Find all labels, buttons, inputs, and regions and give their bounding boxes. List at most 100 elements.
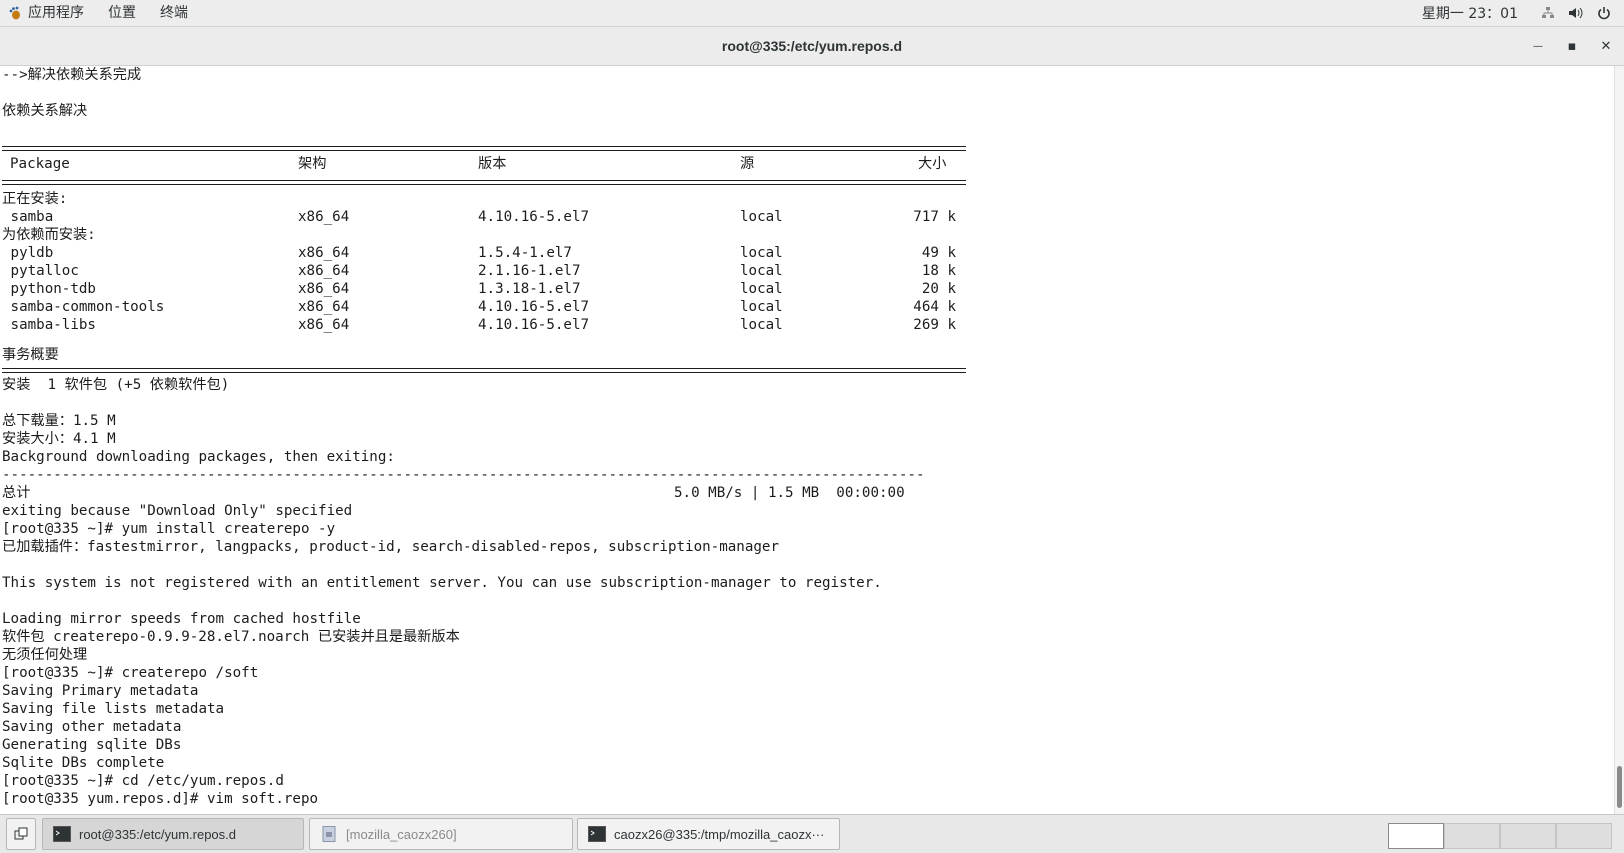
table-header-repo: 源: [740, 156, 755, 172]
package-repo: local: [740, 209, 783, 225]
show-desktop-icon: [14, 827, 28, 840]
terminal-icon: [588, 826, 606, 842]
terminal-line: 依赖关系解决: [2, 103, 88, 119]
maximize-button[interactable]: ▪: [1562, 36, 1582, 56]
terminal-line: Loading mirror speeds from cached hostfi…: [2, 611, 361, 627]
package-name: pytalloc: [2, 263, 79, 279]
terminal-line: Saving Primary metadata: [2, 683, 199, 699]
taskbar-item-terminal-2[interactable]: caozx26@335:/tmp/mozilla_caozx···: [577, 818, 840, 850]
minimize-button[interactable]: —: [1528, 36, 1548, 56]
terminal-line: 安装 1 软件包 (+5 依赖软件包): [2, 377, 230, 393]
package-size: 269 k: [913, 317, 956, 333]
package-version: 1.5.4-1.el7: [478, 245, 572, 261]
terminal-line: Generating sqlite DBs: [2, 737, 182, 753]
top-panel: 应用程序 位置 终端 星期一 23：01: [0, 0, 1624, 27]
taskbar-item-label: caozx26@335:/tmp/mozilla_caozx···: [614, 826, 825, 842]
package-version: 4.10.16-5.el7: [478, 317, 590, 333]
table-header-version: 版本: [478, 156, 507, 172]
terminal-menu[interactable]: 终端: [148, 0, 200, 26]
terminal-scrollbar[interactable]: [1614, 66, 1624, 814]
workspace-3[interactable]: [1500, 823, 1556, 849]
package-size: 49 k: [921, 245, 956, 261]
terminal-line: This system is not registered with an en…: [2, 575, 882, 591]
table-header-package: Package: [10, 156, 70, 172]
window-titlebar[interactable]: root@335:/etc/yum.repos.d — ▪ ✕: [0, 27, 1624, 66]
applications-label: 应用程序: [28, 5, 84, 21]
terminal-line: -->解决依赖关系完成: [2, 67, 142, 83]
package-arch: x86_64: [298, 245, 350, 261]
table-header-size: 大小: [918, 156, 947, 172]
package-name: pyldb: [2, 245, 54, 261]
package-name: samba: [2, 209, 54, 225]
taskbar-item-file-manager[interactable]: [mozilla_caozx260]: [309, 818, 573, 850]
package-repo: local: [740, 299, 783, 315]
package-arch: x86_64: [298, 299, 350, 315]
table-header-arch: 架构: [298, 156, 327, 172]
terminal-line: Saving file lists metadata: [2, 701, 225, 717]
terminal-line: [root@335 yum.repos.d]# vim soft.repo: [2, 791, 319, 807]
taskbar-item-label: [mozilla_caozx260]: [346, 826, 457, 842]
maximize-icon: ▪: [1567, 38, 1577, 54]
package-repo: local: [740, 281, 783, 297]
terminal-line: 无须任何处理: [2, 647, 88, 663]
terminal-line: 总计: [2, 485, 31, 501]
terminal-line: Saving other metadata: [2, 719, 182, 735]
terminal-line: Sqlite DBs complete: [2, 755, 165, 771]
table-divider: [2, 368, 966, 373]
package-repo: local: [740, 317, 783, 333]
package-version: 1.3.18-1.el7: [478, 281, 581, 297]
places-menu[interactable]: 位置: [96, 0, 148, 26]
terminal-line: [root@335 ~]# cd /etc/yum.repos.d: [2, 773, 284, 789]
package-size: 717 k: [913, 209, 956, 225]
terminal-line: exiting because "Download Only" specifie…: [2, 503, 353, 519]
terminal-line: Background downloading packages, then ex…: [2, 449, 395, 465]
network-icon[interactable]: [1540, 5, 1556, 21]
scrollbar-thumb[interactable]: [1617, 766, 1622, 808]
package-arch: x86_64: [298, 281, 350, 297]
package-name: samba-common-tools: [2, 299, 165, 315]
package-size: 20 k: [921, 281, 956, 297]
package-version: 2.1.16-1.el7: [478, 263, 581, 279]
workspace-1[interactable]: [1388, 823, 1444, 849]
taskbar-item-label: root@335:/etc/yum.repos.d: [79, 826, 236, 842]
terminal-icon: [53, 826, 71, 842]
table-divider: [2, 146, 966, 151]
terminal-line: 安装大小：4.1 M: [2, 431, 116, 447]
close-icon: ✕: [1600, 38, 1612, 54]
terminal-line: 事务概要: [2, 347, 59, 363]
terminal-line: 为依赖而安装:: [2, 227, 96, 243]
package-version: 4.10.16-5.el7: [478, 299, 590, 315]
volume-icon[interactable]: [1568, 5, 1584, 21]
terminal-line: ----------------------------------------…: [2, 467, 925, 483]
clock[interactable]: 星期一 23：01: [1422, 3, 1518, 23]
terminal-line: 正在安装:: [2, 191, 68, 207]
close-button[interactable]: ✕: [1596, 36, 1616, 56]
workspace-2[interactable]: [1444, 823, 1500, 849]
terminal-line: 总下载量：1.5 M: [2, 413, 116, 429]
file-manager-icon: [322, 826, 336, 842]
power-icon[interactable]: [1596, 5, 1612, 21]
package-repo: local: [740, 263, 783, 279]
package-arch: x86_64: [298, 209, 350, 225]
table-divider: [2, 180, 966, 185]
package-repo: local: [740, 245, 783, 261]
applications-menu[interactable]: 应用程序: [0, 0, 96, 26]
gnome-foot-icon: [9, 6, 20, 20]
window-title: root@335:/etc/yum.repos.d: [721, 38, 903, 54]
taskbar-item-terminal-1[interactable]: root@335:/etc/yum.repos.d: [42, 818, 304, 850]
show-desktop-button[interactable]: [6, 818, 36, 850]
workspace-4[interactable]: [1556, 823, 1612, 849]
package-name: python-tdb: [2, 281, 96, 297]
taskbar: root@335:/etc/yum.repos.d [mozilla_caozx…: [0, 814, 1624, 853]
package-size: 18 k: [921, 263, 956, 279]
terminal-line: [root@335 ~]# createrepo /soft: [2, 665, 259, 681]
terminal-line: [root@335 ~]# yum install createrepo -y: [2, 521, 336, 537]
package-arch: x86_64: [298, 317, 350, 333]
package-size: 464 k: [913, 299, 956, 315]
terminal-output[interactable]: -->解决依赖关系完成 依赖关系解决 Package 架构 版本 源 大小 正在…: [0, 66, 1614, 814]
package-version: 4.10.16-5.el7: [478, 209, 590, 225]
package-arch: x86_64: [298, 263, 350, 279]
terminal-line: 软件包 createrepo-0.9.9-28.el7.noarch 已安装并且…: [2, 629, 460, 645]
terminal-total-stats: 5.0 MB/s | 1.5 MB 00:00:00: [674, 485, 905, 501]
minimize-icon: —: [1533, 40, 1543, 52]
